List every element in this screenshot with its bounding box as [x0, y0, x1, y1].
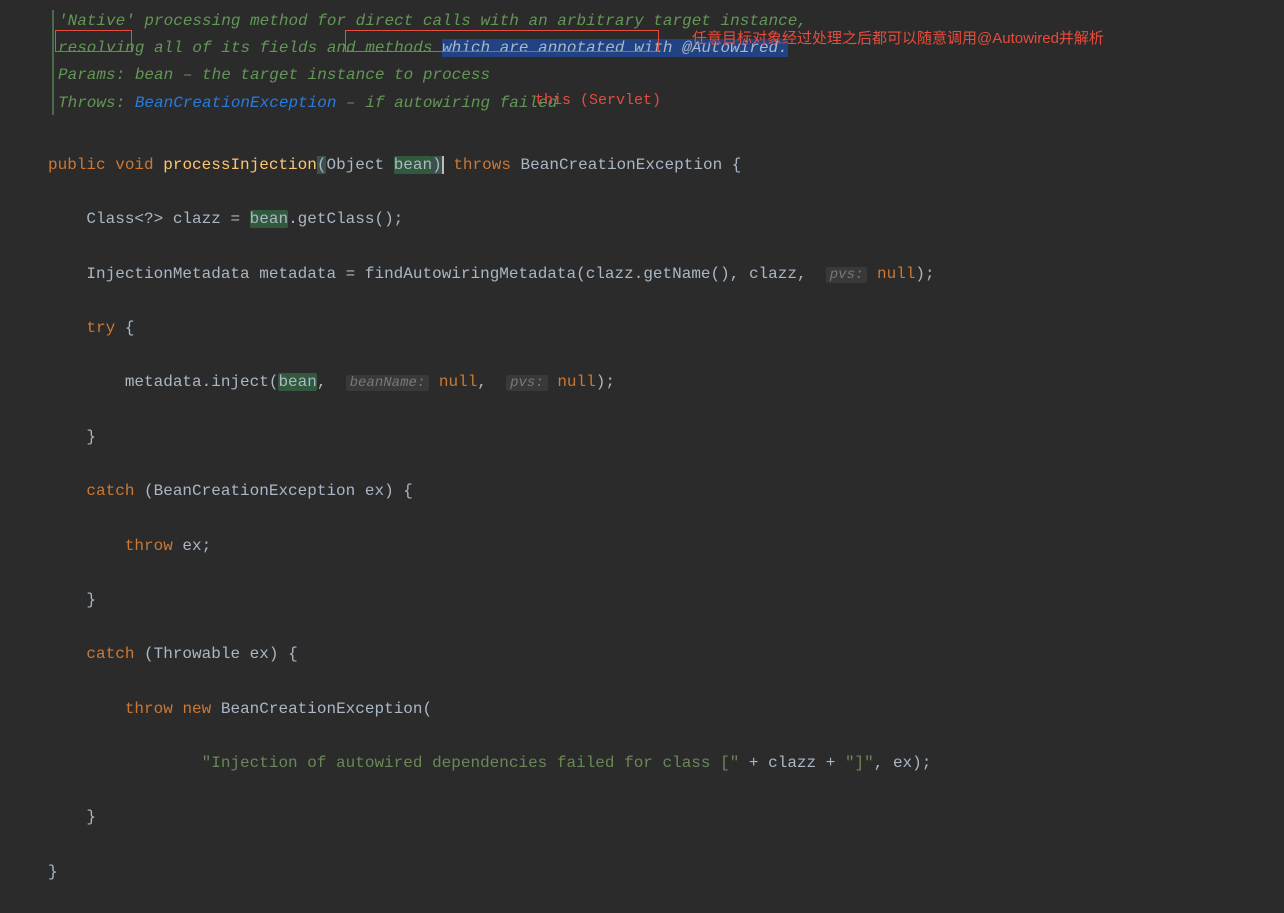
code-line-catch1-close: }: [48, 587, 1284, 614]
param-bean: bean: [394, 156, 432, 174]
code-line-decl: public void processInjection(Object bean…: [48, 152, 1284, 179]
code-line-try-close: }: [48, 424, 1284, 451]
this-servlet-annotation: this (Servlet): [535, 88, 661, 114]
code-line-method-close: }: [48, 859, 1284, 886]
code-line-catch-throwable: catch (Throwable ex) {: [48, 641, 1284, 668]
code-line-catch-bce: catch (BeanCreationException ex) {: [48, 478, 1284, 505]
hint-pvs-2: pvs:: [506, 375, 548, 391]
chinese-annotation: 任意目标对象经过处理之后都可以随意调用@Autowired并解析: [692, 26, 1104, 52]
code-line-try: try {: [48, 315, 1284, 342]
code-line-string: "Injection of autowired dependencies fai…: [48, 750, 1284, 777]
code-line-throw-new: throw new BeanCreationException(: [48, 696, 1284, 723]
hint-beanname: beanName:: [346, 375, 430, 391]
javadoc-throws: Throws: BeanCreationException – if autow…: [48, 90, 1284, 117]
hint-pvs-1: pvs:: [826, 267, 868, 283]
code-editor[interactable]: public void processInjection(Object bean…: [0, 125, 1284, 913]
code-line-catch2-close: }: [48, 804, 1284, 831]
code-line-metadata: InjectionMetadata metadata = findAutowir…: [48, 261, 1284, 288]
javadoc-params: Params: bean – the target instance to pr…: [48, 62, 1284, 89]
throws-exception-link[interactable]: BeanCreationException: [135, 94, 337, 112]
code-line-inject: metadata.inject(bean, beanName: null, pv…: [48, 369, 1284, 396]
code-line-throw-ex: throw ex;: [48, 533, 1284, 560]
code-line-clazz: Class<?> clazz = bean.getClass();: [48, 206, 1284, 233]
javadoc-block: 'Native' processing method for direct ca…: [0, 0, 1284, 125]
